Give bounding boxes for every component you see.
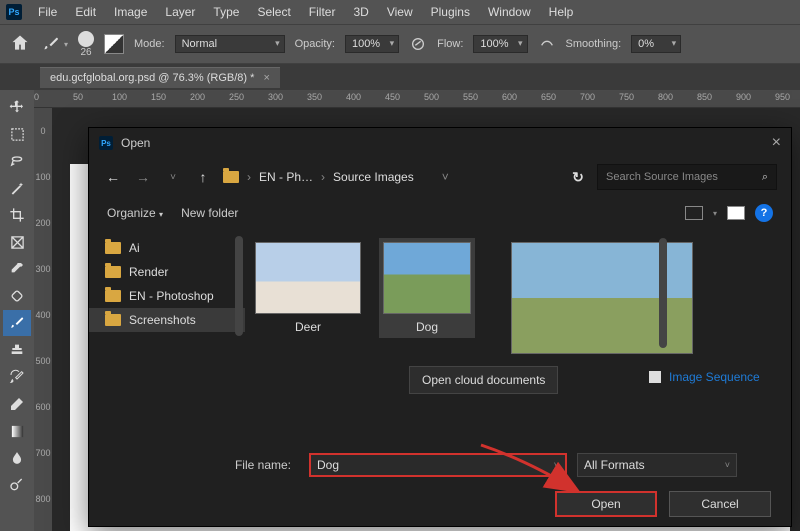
- menu-edit[interactable]: Edit: [67, 2, 104, 22]
- menu-image[interactable]: Image: [106, 2, 155, 22]
- menu-filter[interactable]: Filter: [301, 2, 344, 22]
- filename-label: File name:: [109, 458, 299, 472]
- blur-tool[interactable]: [3, 445, 31, 471]
- help-icon[interactable]: ?: [755, 204, 773, 222]
- home-icon[interactable]: [10, 33, 32, 55]
- search-input[interactable]: Search Source Images ⌕: [597, 164, 777, 190]
- files-scrollbar[interactable]: [659, 238, 667, 348]
- folder-icon: [105, 314, 121, 326]
- organize-menu[interactable]: Organize ▾: [107, 206, 163, 220]
- thumb-label: Dog: [416, 320, 438, 334]
- heal-tool[interactable]: [3, 283, 31, 309]
- thumb-dog[interactable]: Dog: [379, 238, 475, 338]
- refresh-icon[interactable]: ↻: [569, 169, 587, 186]
- history-brush-tool[interactable]: [3, 364, 31, 390]
- eyedropper-tool[interactable]: [3, 256, 31, 282]
- flow-field[interactable]: 100%: [473, 35, 527, 53]
- menu-3d[interactable]: 3D: [345, 2, 376, 22]
- brush-tool[interactable]: [3, 310, 31, 336]
- view-mode-1-icon[interactable]: [685, 206, 703, 220]
- brush-size: 26: [80, 47, 91, 58]
- lasso-tool[interactable]: [3, 148, 31, 174]
- preview-pane: [507, 238, 697, 358]
- folder-icon: [105, 290, 121, 302]
- image-sequence-label: Image Sequence: [669, 370, 760, 384]
- move-tool[interactable]: [3, 94, 31, 120]
- crumb-2[interactable]: Source Images: [333, 170, 414, 184]
- menu-type[interactable]: Type: [205, 2, 247, 22]
- menu-file[interactable]: File: [30, 2, 65, 22]
- tools-panel: [0, 90, 34, 531]
- brush-preset[interactable]: ▾: [42, 35, 68, 53]
- breadcrumb[interactable]: › EN - Ph… › Source Images ˅: [223, 170, 559, 184]
- airbrush-icon[interactable]: [538, 35, 556, 53]
- photoshop-icon: Ps: [99, 136, 113, 150]
- brush-tip-icon[interactable]: [78, 31, 94, 47]
- opacity-field[interactable]: 100%: [345, 35, 399, 53]
- dodge-tool[interactable]: [3, 472, 31, 498]
- thumb-image: [255, 242, 361, 314]
- menu-window[interactable]: Window: [480, 2, 539, 22]
- smoothing-label: Smoothing:: [566, 38, 622, 50]
- crop-tool[interactable]: [3, 202, 31, 228]
- folder-tree: Ai Render EN - Photoshop Screenshots: [89, 230, 245, 448]
- menu-select[interactable]: Select: [249, 2, 298, 22]
- folder-icon: [105, 266, 121, 278]
- thumb-label: Deer: [295, 320, 321, 334]
- thumb-image: [383, 242, 471, 314]
- dialog-title: Open: [121, 136, 150, 150]
- cancel-button[interactable]: Cancel: [669, 491, 771, 517]
- flow-label: Flow:: [437, 38, 463, 50]
- open-dialog: Ps Open × ← → ˅ ↑ › EN - Ph… › Source Im…: [88, 127, 792, 527]
- opacity-label: Opacity:: [295, 38, 335, 50]
- stamp-tool[interactable]: [3, 337, 31, 363]
- thumb-deer[interactable]: Deer: [251, 238, 365, 338]
- tree-item-screenshots[interactable]: Screenshots: [89, 308, 245, 332]
- folder-icon: [223, 171, 239, 183]
- brush-icon: [42, 35, 60, 53]
- view-mode-2-icon[interactable]: [727, 206, 745, 220]
- menu-plugins[interactable]: Plugins: [423, 2, 478, 22]
- tree-item-render[interactable]: Render: [89, 260, 245, 284]
- nav-back-icon[interactable]: ←: [103, 169, 123, 185]
- close-tab-icon[interactable]: ×: [263, 72, 269, 84]
- mode-label: Mode:: [134, 38, 165, 50]
- filename-input[interactable]: Dog˅: [309, 453, 567, 477]
- nav-up-icon[interactable]: ↑: [193, 169, 213, 185]
- document-tab[interactable]: edu.gcfglobal.org.psd @ 76.3% (RGB/8) * …: [40, 67, 280, 88]
- menu-help[interactable]: Help: [541, 2, 582, 22]
- folder-icon: [105, 242, 121, 254]
- pressure-opacity-icon[interactable]: [409, 35, 427, 53]
- new-folder-button[interactable]: New folder: [181, 206, 238, 220]
- nav-fwd-icon[interactable]: →: [133, 169, 153, 185]
- gradient-tool[interactable]: [3, 418, 31, 444]
- ruler-vertical: 0100200300400500600700800: [34, 108, 52, 531]
- mode-select[interactable]: Normal: [175, 35, 285, 53]
- menu-layer[interactable]: Layer: [157, 2, 203, 22]
- close-icon[interactable]: ×: [772, 134, 781, 152]
- file-list: Deer Dog Open cloud documents Image Sequ…: [245, 230, 791, 448]
- eraser-tool[interactable]: [3, 391, 31, 417]
- menu-view[interactable]: View: [379, 2, 421, 22]
- frame-tool[interactable]: [3, 229, 31, 255]
- nav-recent-icon[interactable]: ˅: [163, 172, 183, 183]
- tree-item-ai[interactable]: Ai: [89, 236, 245, 260]
- photoshop-logo: Ps: [6, 4, 22, 20]
- open-button[interactable]: Open: [555, 491, 657, 517]
- open-cloud-button[interactable]: Open cloud documents: [409, 366, 558, 394]
- tree-item-en-photoshop[interactable]: EN - Photoshop: [89, 284, 245, 308]
- format-select[interactable]: All Formats˅: [577, 453, 737, 477]
- search-placeholder: Search Source Images: [606, 171, 718, 183]
- image-sequence-checkbox[interactable]: [649, 371, 661, 383]
- search-icon: ⌕: [762, 171, 768, 184]
- tree-scrollbar[interactable]: [235, 236, 243, 336]
- marquee-tool[interactable]: [3, 121, 31, 147]
- crumb-1[interactable]: EN - Ph…: [259, 170, 313, 184]
- smoothing-field[interactable]: 0%: [631, 35, 681, 53]
- ruler-horizontal: 0501001502002503003504004505005506006507…: [34, 90, 800, 108]
- brush-panel-icon[interactable]: [104, 34, 124, 54]
- wand-tool[interactable]: [3, 175, 31, 201]
